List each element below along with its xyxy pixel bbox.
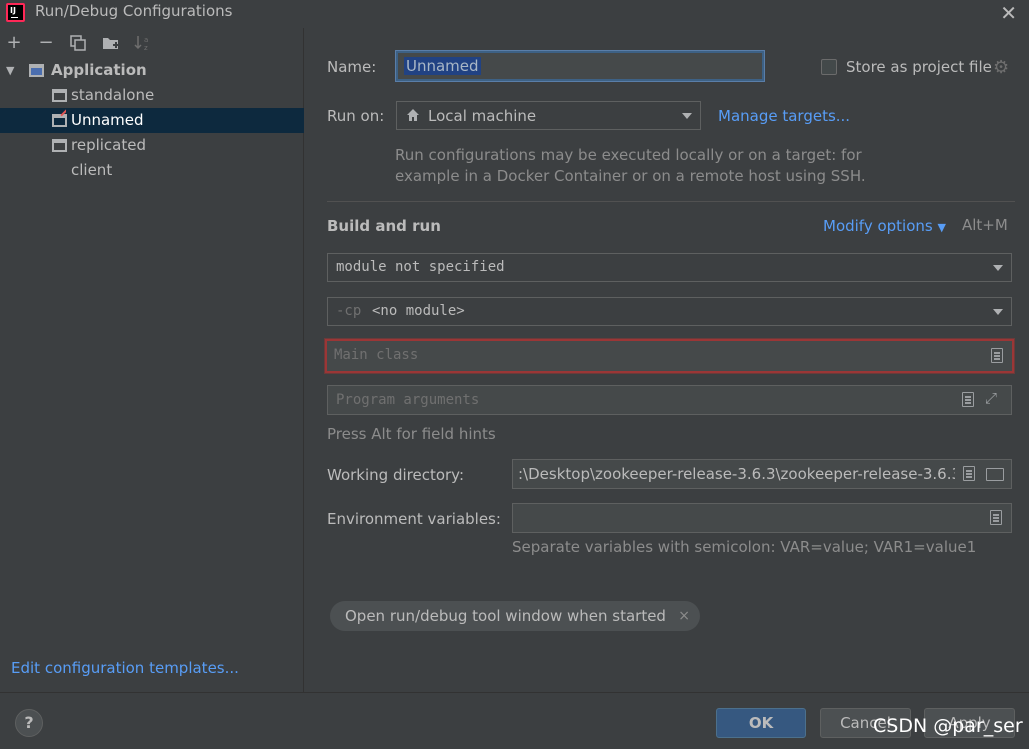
tree-item-unnamed[interactable]: Unnamed — [0, 108, 304, 133]
copy-icon[interactable] — [67, 31, 89, 55]
gear-icon[interactable]: ⚙ — [993, 57, 1009, 78]
configurations-sidebar: + − az ▼ Application standalone Unnamed … — [0, 28, 304, 692]
tree-item-client[interactable]: client — [0, 158, 304, 183]
main-class-placeholder: Main class — [334, 347, 419, 363]
main-class-input[interactable]: Main class — [324, 338, 1015, 374]
chevron-down-icon — [993, 309, 1003, 315]
name-label: Name: — [327, 58, 377, 76]
working-directory-label: Working directory: — [327, 466, 465, 484]
modify-options-label: Modify options — [823, 217, 933, 235]
program-arguments-input[interactable]: Program arguments ⤢ — [327, 385, 1012, 415]
environment-variables-label: Environment variables: — [327, 510, 501, 528]
run-on-hint-line1: Run configurations may be executed local… — [395, 146, 862, 164]
store-as-project-file-label: Store as project file — [846, 58, 992, 76]
sidebar-toolbar: + − az — [0, 31, 304, 55]
folder-icon[interactable] — [986, 468, 1004, 481]
chevron-down-icon: ▼ — [937, 221, 946, 234]
remove-icon[interactable]: − — [35, 31, 57, 55]
tree-node-label: Application — [51, 61, 147, 79]
tree-item-label: replicated — [71, 136, 146, 154]
run-on-hint-line2: example in a Docker Container or on a re… — [395, 167, 866, 185]
intellij-app-icon: IJ — [6, 3, 25, 22]
new-folder-icon[interactable] — [100, 31, 122, 55]
home-icon — [407, 109, 419, 121]
svg-text:z: z — [144, 44, 148, 52]
close-icon[interactable]: × — [678, 601, 690, 631]
working-directory-value: :\Desktop\zookeeper-release-3.6.3\zookee… — [518, 465, 955, 483]
name-input[interactable]: Unnamed — [395, 50, 765, 82]
tree-item-label: Unnamed — [71, 111, 144, 129]
environment-variables-input[interactable] — [512, 503, 1012, 533]
close-icon[interactable]: ✕ — [1000, 1, 1017, 25]
csdn-watermark: CSDN @par_ser — [873, 715, 1023, 737]
build-and-run-heading: Build and run — [327, 217, 441, 235]
application-config-icon — [52, 139, 67, 152]
chevron-down-icon — [993, 265, 1003, 271]
modify-options-shortcut: Alt+M — [962, 216, 1008, 234]
run-on-dropdown[interactable]: Local machine — [396, 101, 701, 130]
edit-environment-icon[interactable] — [990, 510, 1002, 525]
modify-options-link[interactable]: Modify options ▼ — [823, 217, 946, 235]
environment-variables-hint: Separate variables with semicolon: VAR=v… — [512, 538, 977, 556]
open-tool-window-option-chip[interactable]: Open run/debug tool window when started … — [330, 601, 700, 631]
field-hints-text: Press Alt for field hints — [327, 425, 496, 443]
section-divider — [327, 201, 1015, 202]
module-dropdown[interactable]: module not specified — [327, 253, 1012, 282]
insert-macro-icon[interactable] — [963, 466, 975, 481]
application-config-icon — [52, 89, 67, 102]
working-directory-input[interactable]: :\Desktop\zookeeper-release-3.6.3\zookee… — [512, 459, 1012, 489]
tree-item-label: standalone — [71, 86, 155, 104]
store-as-project-file-checkbox[interactable] — [821, 59, 837, 75]
window-title: Run/Debug Configurations — [35, 2, 233, 20]
browse-class-icon[interactable] — [991, 348, 1003, 363]
tree-item-replicated[interactable]: replicated — [0, 133, 304, 158]
chevron-down-icon[interactable]: ▼ — [6, 58, 14, 83]
classpath-prefix: -cp — [336, 303, 362, 319]
svg-text:a: a — [144, 36, 148, 44]
manage-targets-link[interactable]: Manage targets... — [718, 107, 850, 125]
name-input-value: Unnamed — [404, 57, 481, 75]
configuration-editor: Name: Unnamed Store as project file ⚙ Ru… — [305, 28, 1029, 692]
edit-configuration-templates-link[interactable]: Edit configuration templates... — [11, 659, 239, 677]
application-config-unsaved-icon — [52, 109, 72, 127]
title-bar: IJ Run/Debug Configurations ✕ — [0, 0, 1029, 25]
sort-icon[interactable]: az — [132, 31, 154, 55]
tree-node-application[interactable]: ▼ Application — [0, 58, 304, 83]
chip-label: Open run/debug tool window when started — [345, 607, 666, 625]
expand-icon[interactable]: ⤢ — [985, 389, 997, 407]
classpath-value: <no module> — [372, 303, 465, 319]
module-value: module not specified — [336, 259, 505, 275]
tree-item-standalone[interactable]: standalone — [0, 83, 304, 108]
add-icon[interactable]: + — [3, 31, 25, 55]
run-on-value: Local machine — [428, 107, 537, 125]
chevron-down-icon — [682, 113, 692, 119]
help-button[interactable]: ? — [15, 709, 43, 737]
application-config-icon — [29, 64, 44, 77]
tree-item-label: client — [71, 161, 113, 179]
insert-macro-icon[interactable] — [962, 392, 974, 407]
program-arguments-placeholder: Program arguments — [336, 392, 480, 408]
dialog-footer: ? OK Cancel Apply CSDN @par_ser — [0, 692, 1029, 749]
run-on-label: Run on: — [327, 107, 385, 125]
classpath-dropdown[interactable]: -cp <no module> — [327, 297, 1012, 326]
ok-button[interactable]: OK — [716, 708, 806, 738]
